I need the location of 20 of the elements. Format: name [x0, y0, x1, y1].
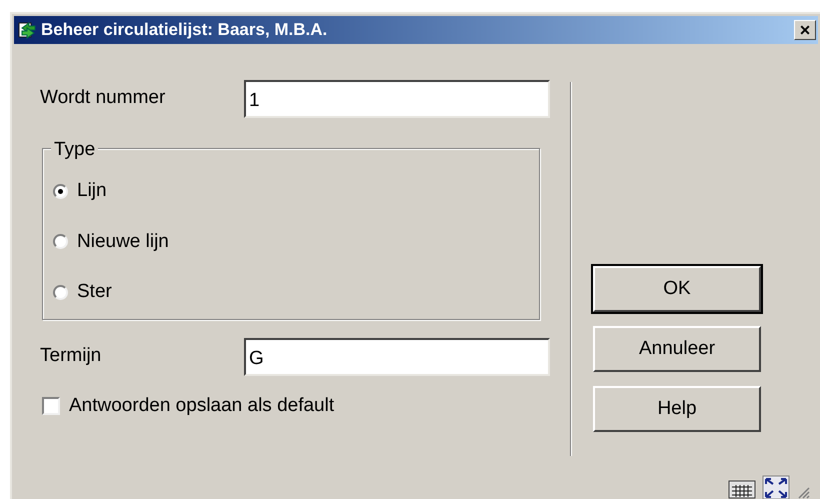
radio-label[interactable]: Lijn: [77, 177, 107, 206]
radio-button[interactable]: [53, 234, 68, 250]
dialog-button[interactable]: Annuleer: [593, 326, 761, 372]
field-label: Wordt nummer: [40, 86, 166, 110]
expand-icon[interactable]: [762, 475, 790, 499]
field-label: Termijn: [40, 344, 102, 368]
dialog-button[interactable]: Help: [593, 386, 761, 432]
window-title: Beheer circulatielijst: Baars, M.B.A.: [41, 19, 328, 42]
number-field[interactable]: 1: [244, 80, 550, 118]
radio-label[interactable]: Ster: [77, 278, 112, 306]
checkbox[interactable]: [42, 397, 60, 416]
arrows-icon: [18, 20, 38, 40]
close-button[interactable]: ×: [794, 20, 816, 40]
dialog-button[interactable]: OK: [593, 266, 761, 312]
resize-grip-icon[interactable]: [796, 485, 810, 499]
radio-label[interactable]: Nieuwe lijn: [77, 228, 169, 256]
radio-button[interactable]: [53, 184, 68, 199]
checkbox-label[interactable]: Antwoorden opslaan als default: [69, 392, 334, 420]
radio-button[interactable]: [53, 284, 68, 300]
term-field[interactable]: G: [244, 338, 550, 376]
